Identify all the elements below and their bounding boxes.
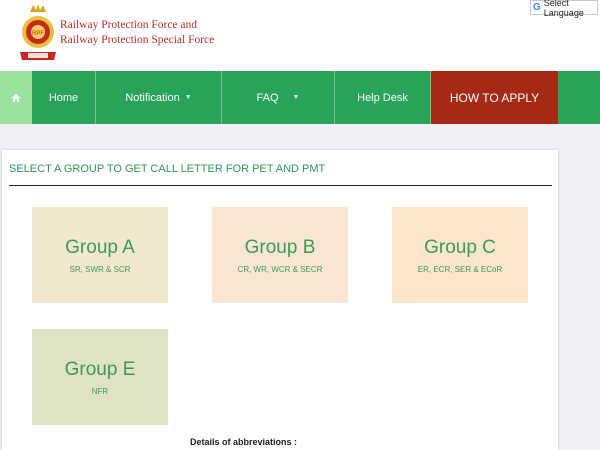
google-g-icon: G <box>533 2 541 13</box>
organization-names: Railway Protection Force and Railway Pro… <box>60 18 214 48</box>
nav-how-to-apply-label: HOW TO APPLY <box>449 90 540 105</box>
chevron-down-icon: ▼ <box>292 94 300 101</box>
section-title: SELECT A GROUP TO GET CALL LETTER FOR PE… <box>9 163 326 175</box>
main-navigation: Home Notification ▼ FAQ ▼ Help Desk HOW … <box>0 71 600 124</box>
nav-how-to-apply[interactable]: HOW TO APPLY <box>431 71 558 124</box>
nav-help-desk-label: Help Desk <box>357 91 408 104</box>
org-name-line1: Railway Protection Force and <box>60 19 198 31</box>
nav-faq-label: FAQ <box>256 91 279 104</box>
group-a-zones: SR, SWR & SCR <box>69 265 131 274</box>
nav-notification-label: Notification <box>125 91 180 104</box>
nav-home-icon-button[interactable] <box>0 71 32 124</box>
select-language-button[interactable]: G Select Language <box>530 0 598 18</box>
rpf-emblem-logo[interactable]: RPF <box>16 2 60 66</box>
nav-faq[interactable]: FAQ ▼ <box>222 71 335 124</box>
group-b-zones: CR, WR, WCR & SECR <box>237 265 323 274</box>
section-divider <box>9 185 552 186</box>
gray-band <box>0 124 600 150</box>
site-header: RPF Railway Protection Force and Railway… <box>0 0 600 71</box>
nav-home-label: Home <box>48 91 79 104</box>
group-selection-card: SELECT A GROUP TO GET CALL LETTER FOR PE… <box>2 150 558 450</box>
svg-text:RPF: RPF <box>32 31 44 37</box>
group-a-tile[interactable]: Group A SR, SWR & SCR <box>32 207 168 303</box>
group-e-name: Group E <box>64 359 136 380</box>
group-e-zones: NFR <box>91 387 109 396</box>
group-a-name: Group A <box>65 237 135 258</box>
chevron-down-icon: ▼ <box>184 94 192 101</box>
group-b-name: Group B <box>244 237 316 258</box>
nav-help-desk[interactable]: Help Desk <box>335 71 431 124</box>
group-e-tile[interactable]: Group E NFR <box>32 329 168 425</box>
select-language-label: Select Language <box>543 0 584 18</box>
group-c-name: Group C <box>424 237 496 258</box>
org-name-line2: Railway Protection Special Force <box>60 34 215 46</box>
home-icon <box>11 93 21 102</box>
group-c-tile[interactable]: Group C ER, ECR, SER & ECoR <box>392 207 528 303</box>
nav-home[interactable]: Home <box>32 71 96 124</box>
abbreviations-heading: Details of abbreviations : <box>190 437 298 447</box>
group-b-tile[interactable]: Group B CR, WR, WCR & SECR <box>212 207 348 303</box>
group-c-zones: ER, ECR, SER & ECoR <box>417 265 503 274</box>
nav-notification[interactable]: Notification ▼ <box>96 71 222 124</box>
